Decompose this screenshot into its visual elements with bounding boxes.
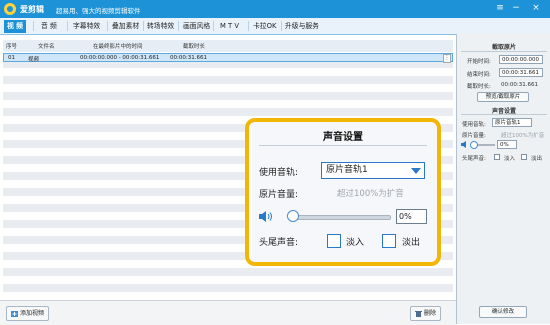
header-index[interactable]: 序号	[6, 42, 17, 50]
tab-karaoke[interactable]: 卡拉OK	[250, 20, 279, 33]
fade-out-checkbox[interactable]	[521, 154, 527, 160]
tab-transitions[interactable]: 转场特效	[144, 20, 177, 33]
callout-volume-slider[interactable]	[289, 215, 391, 220]
callout-volume-label: 原片音量:	[259, 190, 299, 200]
volume-hint: 超过100%为扩音	[501, 133, 545, 139]
tab-audio[interactable]: 音 频	[38, 20, 60, 33]
clip-section-title: 截取原片	[491, 44, 516, 51]
add-video-icon	[11, 310, 18, 317]
section-divider	[461, 114, 547, 115]
callout-title: 声音设置	[323, 132, 363, 143]
tab-subtitle-effects[interactable]: 字幕特效	[70, 20, 103, 33]
start-time-label: 开始时间:	[467, 59, 491, 65]
header-duration[interactable]: 截取时长	[183, 42, 205, 50]
start-time-input[interactable]: 00:00:00.000	[499, 55, 543, 64]
volume-input[interactable]: 0%	[497, 140, 517, 149]
delete-label: 删除	[424, 310, 437, 317]
speaker-icon	[259, 211, 272, 222]
tab-divider	[213, 21, 214, 31]
app-subtitle: 超易用、强大的视频剪辑软件	[56, 7, 141, 15]
volume-icon	[461, 141, 466, 148]
callout-fade-out-label: 淡出	[402, 238, 421, 248]
row-menu-icon[interactable]: ⋮	[443, 54, 451, 63]
table-row[interactable]: 01 视频 00:00:00.000 - 00:00:31.661 00:00:…	[3, 53, 453, 63]
minimize-icon[interactable]: −	[510, 2, 522, 14]
callout-volume-knob[interactable]	[287, 210, 299, 222]
close-icon[interactable]: ×	[530, 2, 542, 14]
tab-divider	[178, 21, 179, 31]
tab-upgrade[interactable]: 升级与服务	[282, 20, 322, 33]
row-index: 01	[8, 55, 15, 61]
fade-out-label: 淡出	[531, 156, 543, 162]
fade-in-label: 淡入	[504, 156, 516, 162]
callout-track-label: 使用音轨:	[259, 168, 299, 178]
app-logo-icon	[4, 3, 16, 15]
callout-fade-out-checkbox[interactable]	[382, 234, 396, 248]
header-filename[interactable]: 文件名	[38, 42, 55, 50]
confirm-button[interactable]: 确认修改	[479, 306, 527, 318]
volume-label: 原片音量:	[462, 133, 486, 139]
title-bar: 爱剪辑 超易用、强大的视频剪辑软件 ≡ − ×	[0, 0, 550, 18]
end-time-input[interactable]: 00:00:31.661	[499, 68, 543, 77]
properties-panel: 截取原片 开始时间: 00:00:00.000 结束时间: 00:00:31.6…	[456, 34, 550, 324]
volume-slider-knob[interactable]	[470, 141, 478, 149]
row-duration: 00:00:31.661	[170, 55, 207, 61]
callout-fade-label: 头尾声音:	[259, 238, 299, 248]
callout-track-value: 原片音轨1	[326, 165, 368, 175]
track-select[interactable]: 原片音轨1	[492, 118, 532, 127]
menu-bar: 视 频 音 频 字幕特效 叠加素材 转场特效 画面风格 M T V 卡拉OK 升…	[0, 18, 550, 35]
menu-icon[interactable]: ≡	[494, 2, 506, 14]
tab-video[interactable]: 视 频	[4, 20, 26, 33]
row-time: 00:00:00.000 - 00:00:31.661	[80, 55, 160, 61]
callout-volume-input[interactable]: 0%	[396, 209, 427, 224]
header-final-time[interactable]: 在最终影片中的时间	[93, 42, 143, 50]
chevron-down-icon[interactable]	[411, 168, 421, 174]
end-time-label: 结束时间:	[467, 72, 491, 78]
preview-clip-button[interactable]: 预览/截取原片	[477, 92, 529, 102]
tab-divider	[107, 21, 108, 31]
tab-divider	[248, 21, 249, 31]
delete-button[interactable]: 删除	[410, 306, 442, 321]
tab-picture-style[interactable]: 画面风格	[180, 20, 213, 33]
add-video-label: 添加视频	[20, 310, 45, 317]
fade-in-checkbox[interactable]	[494, 154, 500, 160]
callout-fade-in-label: 淡入	[346, 238, 365, 248]
audio-settings-callout: 声音设置 使用音轨: 原片音轨1 原片音量: 超过100%为扩音 0% 头尾声音…	[245, 118, 441, 266]
section-divider	[461, 51, 547, 52]
callout-track-select[interactable]: 原片音轨1	[321, 162, 425, 179]
row-filename: 视频	[28, 57, 40, 63]
tab-mtv[interactable]: M T V	[217, 20, 242, 33]
callout-fade-in-checkbox[interactable]	[327, 234, 341, 248]
add-video-button[interactable]: 添加视频	[6, 306, 50, 321]
callout-volume-hint: 超过100%为扩音	[337, 189, 404, 199]
fade-label: 头尾声音:	[462, 156, 486, 162]
duration-label: 截取时长:	[467, 84, 491, 90]
track-label: 使用音轨:	[462, 122, 486, 128]
list-bottom-bar: 添加视频 删除	[0, 300, 456, 325]
duration-value: 00:00:31.661	[501, 82, 538, 88]
tab-divider	[33, 21, 34, 31]
app-name: 爱剪辑	[20, 5, 44, 14]
tab-divider	[67, 21, 68, 31]
trash-icon	[415, 310, 422, 317]
tab-overlay[interactable]: 叠加素材	[109, 20, 142, 33]
callout-divider	[259, 145, 427, 146]
